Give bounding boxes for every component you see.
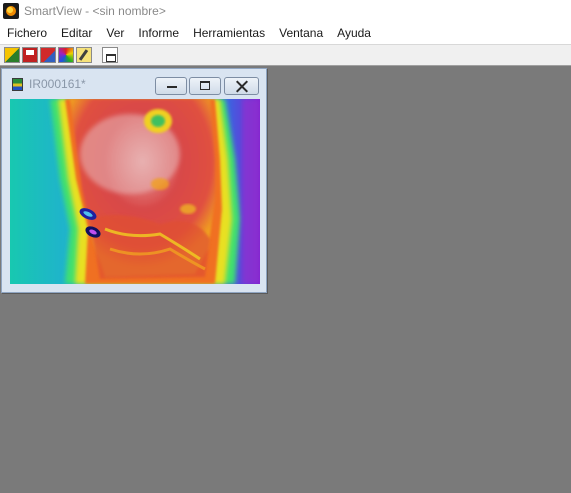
close-button[interactable]	[224, 77, 259, 95]
open-icon[interactable]	[4, 47, 20, 63]
app-title-bar: SmartView - <sin nombre>	[0, 0, 571, 22]
menu-fichero[interactable]: Fichero	[0, 22, 54, 44]
edit-icon[interactable]	[76, 47, 92, 63]
menu-ayuda[interactable]: Ayuda	[330, 22, 378, 44]
ir-image-window[interactable]: IR000161*	[1, 68, 267, 293]
app-title: SmartView - <sin nombre>	[24, 4, 166, 18]
ir-image-icon	[12, 77, 23, 91]
minimize-icon	[167, 86, 177, 88]
report-icon[interactable]	[40, 47, 56, 63]
minimize-button[interactable]	[155, 77, 187, 95]
smartview-app-icon	[3, 3, 19, 19]
maximize-button[interactable]	[189, 77, 221, 95]
menu-herramientas[interactable]: Herramientas	[186, 22, 272, 44]
toolbar	[0, 44, 571, 66]
save-icon[interactable]	[22, 47, 38, 63]
menu-editar[interactable]: Editar	[54, 22, 99, 44]
menu-ver[interactable]: Ver	[99, 22, 131, 44]
menu-ventana[interactable]: Ventana	[272, 22, 330, 44]
print-icon[interactable]	[102, 47, 118, 63]
menu-bar: Fichero Editar Ver Informe Herramientas …	[0, 22, 571, 44]
palette-icon[interactable]	[58, 47, 74, 63]
maximize-icon	[200, 81, 210, 90]
infrared-thermal-image[interactable]	[10, 99, 260, 284]
close-icon	[235, 80, 249, 92]
menu-informe[interactable]: Informe	[131, 22, 186, 44]
child-window-title: IR000161*	[29, 77, 86, 91]
